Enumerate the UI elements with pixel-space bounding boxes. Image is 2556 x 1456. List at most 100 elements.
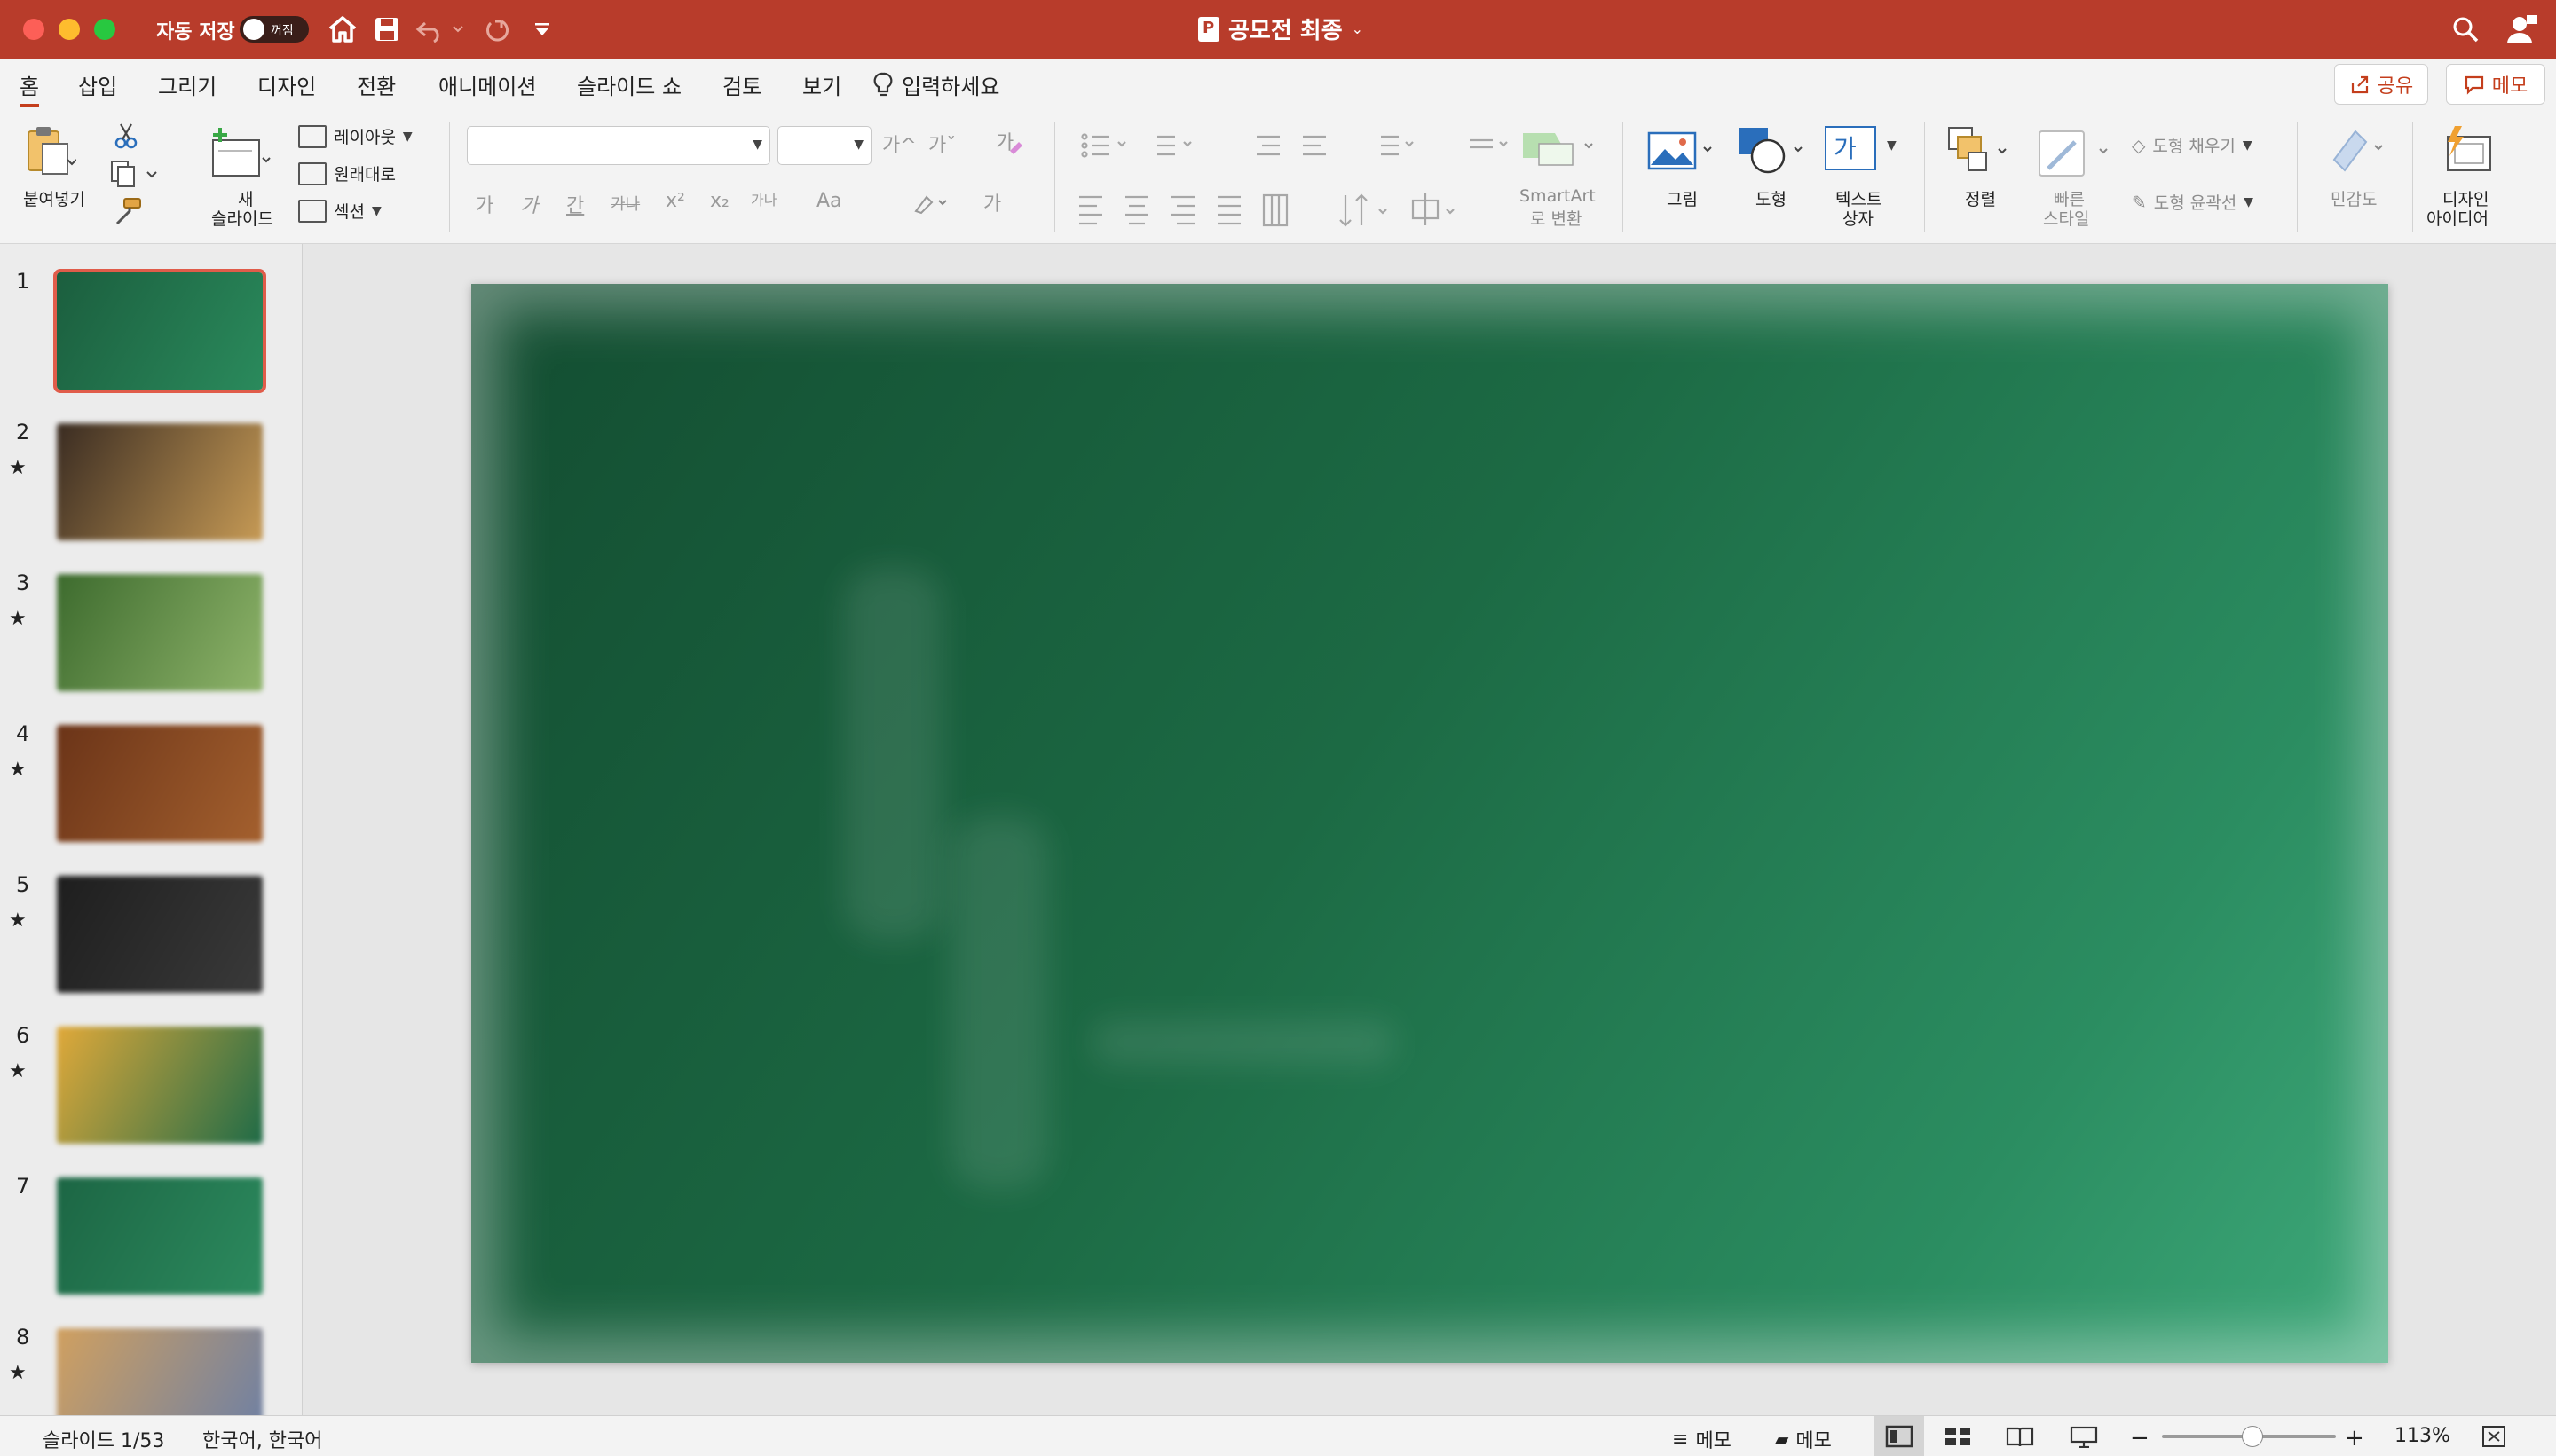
language-indicator[interactable]: 한국어, 한국어	[202, 1425, 322, 1453]
slide-number: 2	[16, 420, 30, 445]
tab-slideshow[interactable]: 슬라이드 쇼	[577, 69, 682, 100]
underline-button[interactable]: 간	[566, 190, 584, 218]
superscript-button[interactable]: x²	[666, 190, 685, 212]
share-button[interactable]: 공유	[2334, 64, 2428, 105]
paste-icon[interactable]	[25, 124, 77, 183]
zoom-out-button[interactable]: −	[2130, 1425, 2150, 1452]
current-slide[interactable]	[471, 284, 2388, 1363]
new-slide-label-2: 슬라이드	[211, 209, 273, 229]
design-ideas-icon[interactable]	[2439, 124, 2496, 179]
font-name-select[interactable]: ▼	[467, 126, 770, 165]
zoom-slider-handle[interactable]	[2242, 1426, 2263, 1447]
save-icon[interactable]	[371, 12, 403, 46]
zoom-in-button[interactable]: +	[2345, 1425, 2364, 1452]
slide-thumbnail[interactable]	[53, 269, 266, 393]
slide-thumbnail[interactable]	[57, 423, 263, 540]
layout-button[interactable]: 레이아웃 ▼	[298, 124, 413, 148]
tab-home[interactable]: 홈	[20, 69, 40, 107]
slide-thumbnail[interactable]	[57, 1177, 263, 1295]
slide-number: 5	[16, 872, 30, 897]
font-color-button[interactable]: 가	[983, 188, 1001, 216]
home-icon[interactable]	[325, 12, 360, 46]
tell-me-search[interactable]: 입력하세요	[873, 69, 999, 100]
cut-icon[interactable]	[114, 122, 138, 153]
account-icon[interactable]	[2505, 12, 2540, 46]
font-size-select[interactable]: ▼	[777, 126, 872, 165]
shrink-font-button[interactable]: 가ˇ	[928, 130, 956, 158]
picture-icon[interactable]	[1647, 130, 1718, 177]
sensitivity-icon[interactable]	[2325, 124, 2396, 177]
slide-number: 1	[16, 269, 30, 294]
undo-icon[interactable]	[414, 12, 467, 46]
notes-icon: ≡	[1672, 1428, 1689, 1451]
subscript-button[interactable]: x₂	[710, 190, 730, 212]
tab-review[interactable]: 검토	[722, 69, 761, 100]
character-spacing-button[interactable]: 가나	[751, 188, 777, 209]
minimize-window-button[interactable]	[59, 19, 80, 40]
tab-view[interactable]: 보기	[802, 69, 841, 100]
copy-icon[interactable]	[110, 160, 163, 192]
clear-format-icon[interactable]: 가	[994, 130, 1024, 160]
highlight-icon[interactable]	[912, 190, 948, 218]
redo-icon[interactable]	[481, 12, 513, 46]
slide-thumbnail[interactable]	[57, 876, 263, 993]
reading-view-button[interactable]	[2006, 1425, 2034, 1448]
font-group: ▼ ▼ 가^ 가ˇ 가 가 가 간 가나 x² x₂ 가나 Aa 가	[462, 112, 1047, 243]
document-title: 공모전 최종	[1228, 18, 1343, 44]
chevron-down-icon: ⌄	[1351, 20, 1364, 37]
tab-insert[interactable]: 삽입	[78, 69, 117, 100]
tab-transitions[interactable]: 전환	[357, 69, 396, 100]
grow-font-button[interactable]: 가^	[882, 130, 917, 158]
tab-animations[interactable]: 애니메이션	[438, 69, 536, 100]
comments-button[interactable]: 메모	[2446, 64, 2545, 105]
italic-button[interactable]: 가	[520, 190, 538, 218]
status-bar: 슬라이드 1/53 한국어, 한국어 ≡ 메모 ▰ 메모 − + 113%	[0, 1415, 2556, 1456]
arrange-icon[interactable]	[1947, 126, 2018, 179]
share-label: 공유	[2377, 75, 2414, 98]
shape-outline-button[interactable]: ✎ 도형 윤곽선 ▼	[2132, 190, 2253, 214]
slide-number: 3	[16, 571, 30, 595]
layout-label: 레이아웃	[334, 128, 396, 147]
shape-fill-button[interactable]: ◇ 도형 채우기 ▼	[2132, 133, 2252, 157]
textbox-icon[interactable]: 가 ▼	[1823, 124, 1897, 170]
zoom-window-button[interactable]	[94, 19, 115, 40]
separator	[1054, 122, 1055, 232]
slide-thumbnail[interactable]	[57, 1027, 263, 1144]
document-title-area[interactable]: 공모전 최종 ⌄	[1198, 12, 1363, 45]
comment-icon	[2465, 75, 2483, 95]
notes-button[interactable]: ≡ 메모	[1672, 1425, 1732, 1453]
tab-draw[interactable]: 그리기	[158, 69, 217, 100]
slideshow-button[interactable]	[2070, 1425, 2098, 1448]
smartart-label-1: SmartArt	[1519, 186, 1596, 206]
title-bar: 자동 저장 꺼짐 공모전 최종 ⌄	[0, 0, 2556, 59]
format-painter-icon[interactable]	[114, 197, 142, 229]
section-button[interactable]: 섹션 ▼	[298, 199, 382, 223]
bold-button[interactable]: 가	[476, 190, 493, 218]
slide-thumbnail[interactable]	[57, 725, 263, 842]
zoom-percentage[interactable]: 113%	[2394, 1425, 2450, 1447]
change-case-button[interactable]: Aa	[816, 190, 842, 212]
autosave-toggle[interactable]: 꺼짐	[240, 16, 309, 43]
strikethrough-button[interactable]: 가나	[611, 192, 640, 215]
shapes-icon[interactable]	[1734, 124, 1809, 177]
normal-view-button[interactable]	[1885, 1425, 1913, 1448]
tab-design[interactable]: 디자인	[257, 69, 316, 100]
slide-sorter-button[interactable]	[1944, 1425, 1972, 1448]
slide-thumbnail[interactable]	[57, 574, 263, 691]
close-window-button[interactable]	[23, 19, 44, 40]
smartart-icon[interactable]	[1519, 126, 1599, 174]
reset-button[interactable]: 원래대로	[298, 161, 396, 185]
paint-bucket-icon: ◇	[2132, 134, 2146, 156]
comment-icon: ▰	[1775, 1428, 1789, 1450]
chevron-down-icon: ▼	[2242, 138, 2252, 153]
normal-view-icon	[1885, 1425, 1913, 1448]
search-icon[interactable]	[2450, 12, 2481, 46]
ribbon-toolbar: 붙여넣기 새 슬라이드 레이아웃 ▼ 원래대로 섹션 ▼ ▼ ▼ 가^ 가ˇ 가…	[0, 112, 2556, 244]
new-slide-icon[interactable]	[208, 126, 272, 185]
status-comments-button[interactable]: ▰ 메모	[1775, 1425, 1832, 1453]
designer-group: 디자인 아이디어	[2423, 112, 2547, 243]
quick-styles-icon[interactable]	[2036, 128, 2116, 185]
customize-icon[interactable]	[531, 12, 554, 46]
slide-thumbnail-panel: 1 2 ★ 3 ★ 4 ★ 5 ★ 6 ★ 7 8 ★	[0, 244, 303, 1445]
fit-to-window-button[interactable]	[2481, 1425, 2506, 1448]
